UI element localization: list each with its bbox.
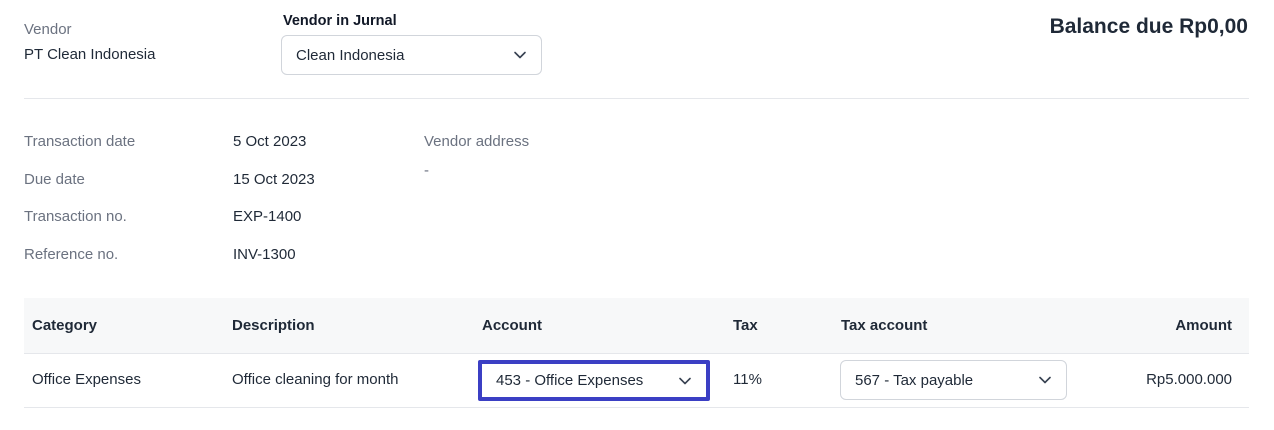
row-tax: 11% — [733, 371, 762, 388]
row-divider — [24, 407, 1249, 408]
balance-due: Balance due Rp0,00 — [1049, 15, 1248, 38]
column-header-category: Category — [32, 317, 98, 334]
chevron-down-icon — [1038, 373, 1052, 387]
reference-no-value: INV-1300 — [233, 246, 296, 263]
vendor-in-jurnal-value: Clean Indonesia — [296, 46, 405, 64]
expense-form: Vendor PT Clean Indonesia Vendor in Jurn… — [0, 0, 1274, 430]
due-date-value: 15 Oct 2023 — [233, 171, 315, 188]
transaction-date-value: 5 Oct 2023 — [233, 133, 307, 150]
column-header-description: Description — [232, 317, 315, 334]
column-header-amount: Amount — [1175, 317, 1232, 334]
chevron-down-icon — [513, 48, 527, 62]
table-header — [24, 298, 1249, 354]
vendor-label: Vendor — [24, 21, 72, 38]
vendor-name: PT Clean Indonesia — [24, 46, 156, 63]
transaction-no-label: Transaction no. — [24, 208, 127, 225]
due-date-label: Due date — [24, 171, 85, 188]
column-header-tax-account: Tax account — [841, 317, 928, 334]
column-header-tax: Tax — [733, 317, 758, 334]
vendor-address-label: Vendor address — [424, 133, 530, 150]
account-select-value: 453 - Office Expenses — [496, 372, 644, 389]
tax-account-select[interactable]: 567 - Tax payable — [840, 360, 1067, 400]
row-amount: Rp5.000.000 — [1146, 371, 1232, 388]
vendor-in-jurnal-label: Vendor in Jurnal — [283, 13, 397, 29]
tax-account-select-value: 567 - Tax payable — [855, 371, 974, 389]
column-header-account: Account — [482, 317, 542, 334]
section-divider — [24, 98, 1249, 99]
vendor-in-jurnal-select[interactable]: Clean Indonesia — [281, 35, 542, 75]
vendor-address-value: - — [424, 162, 429, 179]
row-description: Office cleaning for month — [232, 371, 399, 388]
reference-no-label: Reference no. — [24, 246, 119, 263]
account-select[interactable]: 453 - Office Expenses — [478, 360, 710, 401]
row-category: Office Expenses — [32, 371, 141, 388]
transaction-date-label: Transaction date — [24, 133, 136, 150]
chevron-down-icon — [678, 374, 692, 388]
transaction-no-value: EXP-1400 — [233, 208, 302, 225]
